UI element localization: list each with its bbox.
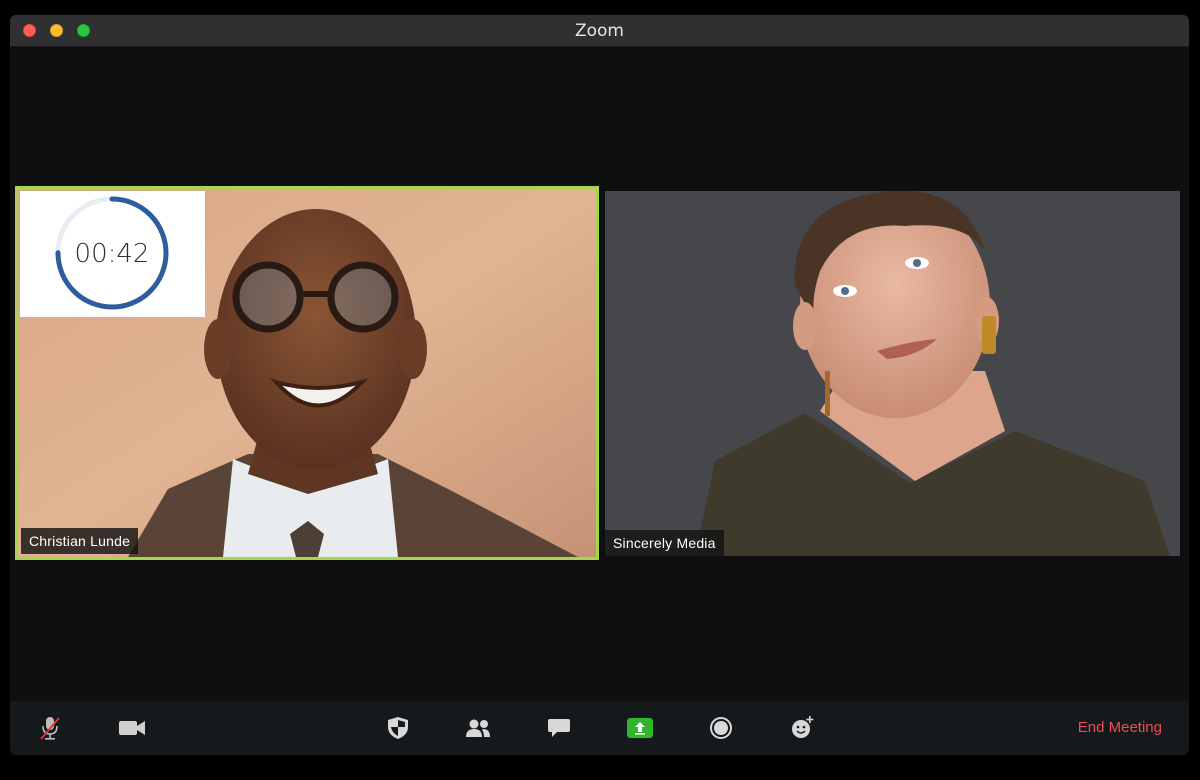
security-button[interactable]: [383, 713, 413, 743]
record-icon: [710, 717, 732, 739]
window-title: Zoom: [574, 21, 624, 41]
participant-name-label: Christian Lunde: [21, 528, 139, 554]
meeting-toolbar: End Meeting: [10, 701, 1189, 755]
zoom-window: Zoom 00:42 Christian Lunde Sincerely Med…: [10, 15, 1189, 755]
video-tile-christian-lunde[interactable]: 00:42 Christian Lunde: [15, 186, 599, 560]
share-screen-icon: [627, 718, 653, 738]
participant-name-label: Sincerely Media: [605, 530, 724, 556]
record-button[interactable]: [706, 713, 736, 743]
video-button[interactable]: [117, 713, 147, 743]
security-shield-icon: [388, 717, 408, 739]
title-bar: Zoom: [10, 15, 1189, 47]
mic-muted-icon: [40, 717, 60, 740]
countdown-timer-widget: 00:42: [20, 191, 205, 317]
participants-button[interactable]: [463, 713, 493, 743]
video-tile-sincerely-media[interactable]: Sincerely Media: [605, 191, 1180, 556]
share-screen-button[interactable]: [625, 713, 655, 743]
timer-text: 00:42: [74, 239, 150, 269]
mute-button[interactable]: [35, 713, 65, 743]
reactions-icon: [792, 716, 814, 738]
video-camera-icon: [119, 721, 145, 735]
chat-button[interactable]: [544, 713, 574, 743]
chat-icon: [548, 719, 570, 737]
reactions-button[interactable]: [787, 713, 817, 743]
participants-icon: [466, 719, 490, 737]
participant-video-image: [605, 191, 1180, 556]
end-meeting-button[interactable]: End Meeting: [1078, 719, 1162, 736]
